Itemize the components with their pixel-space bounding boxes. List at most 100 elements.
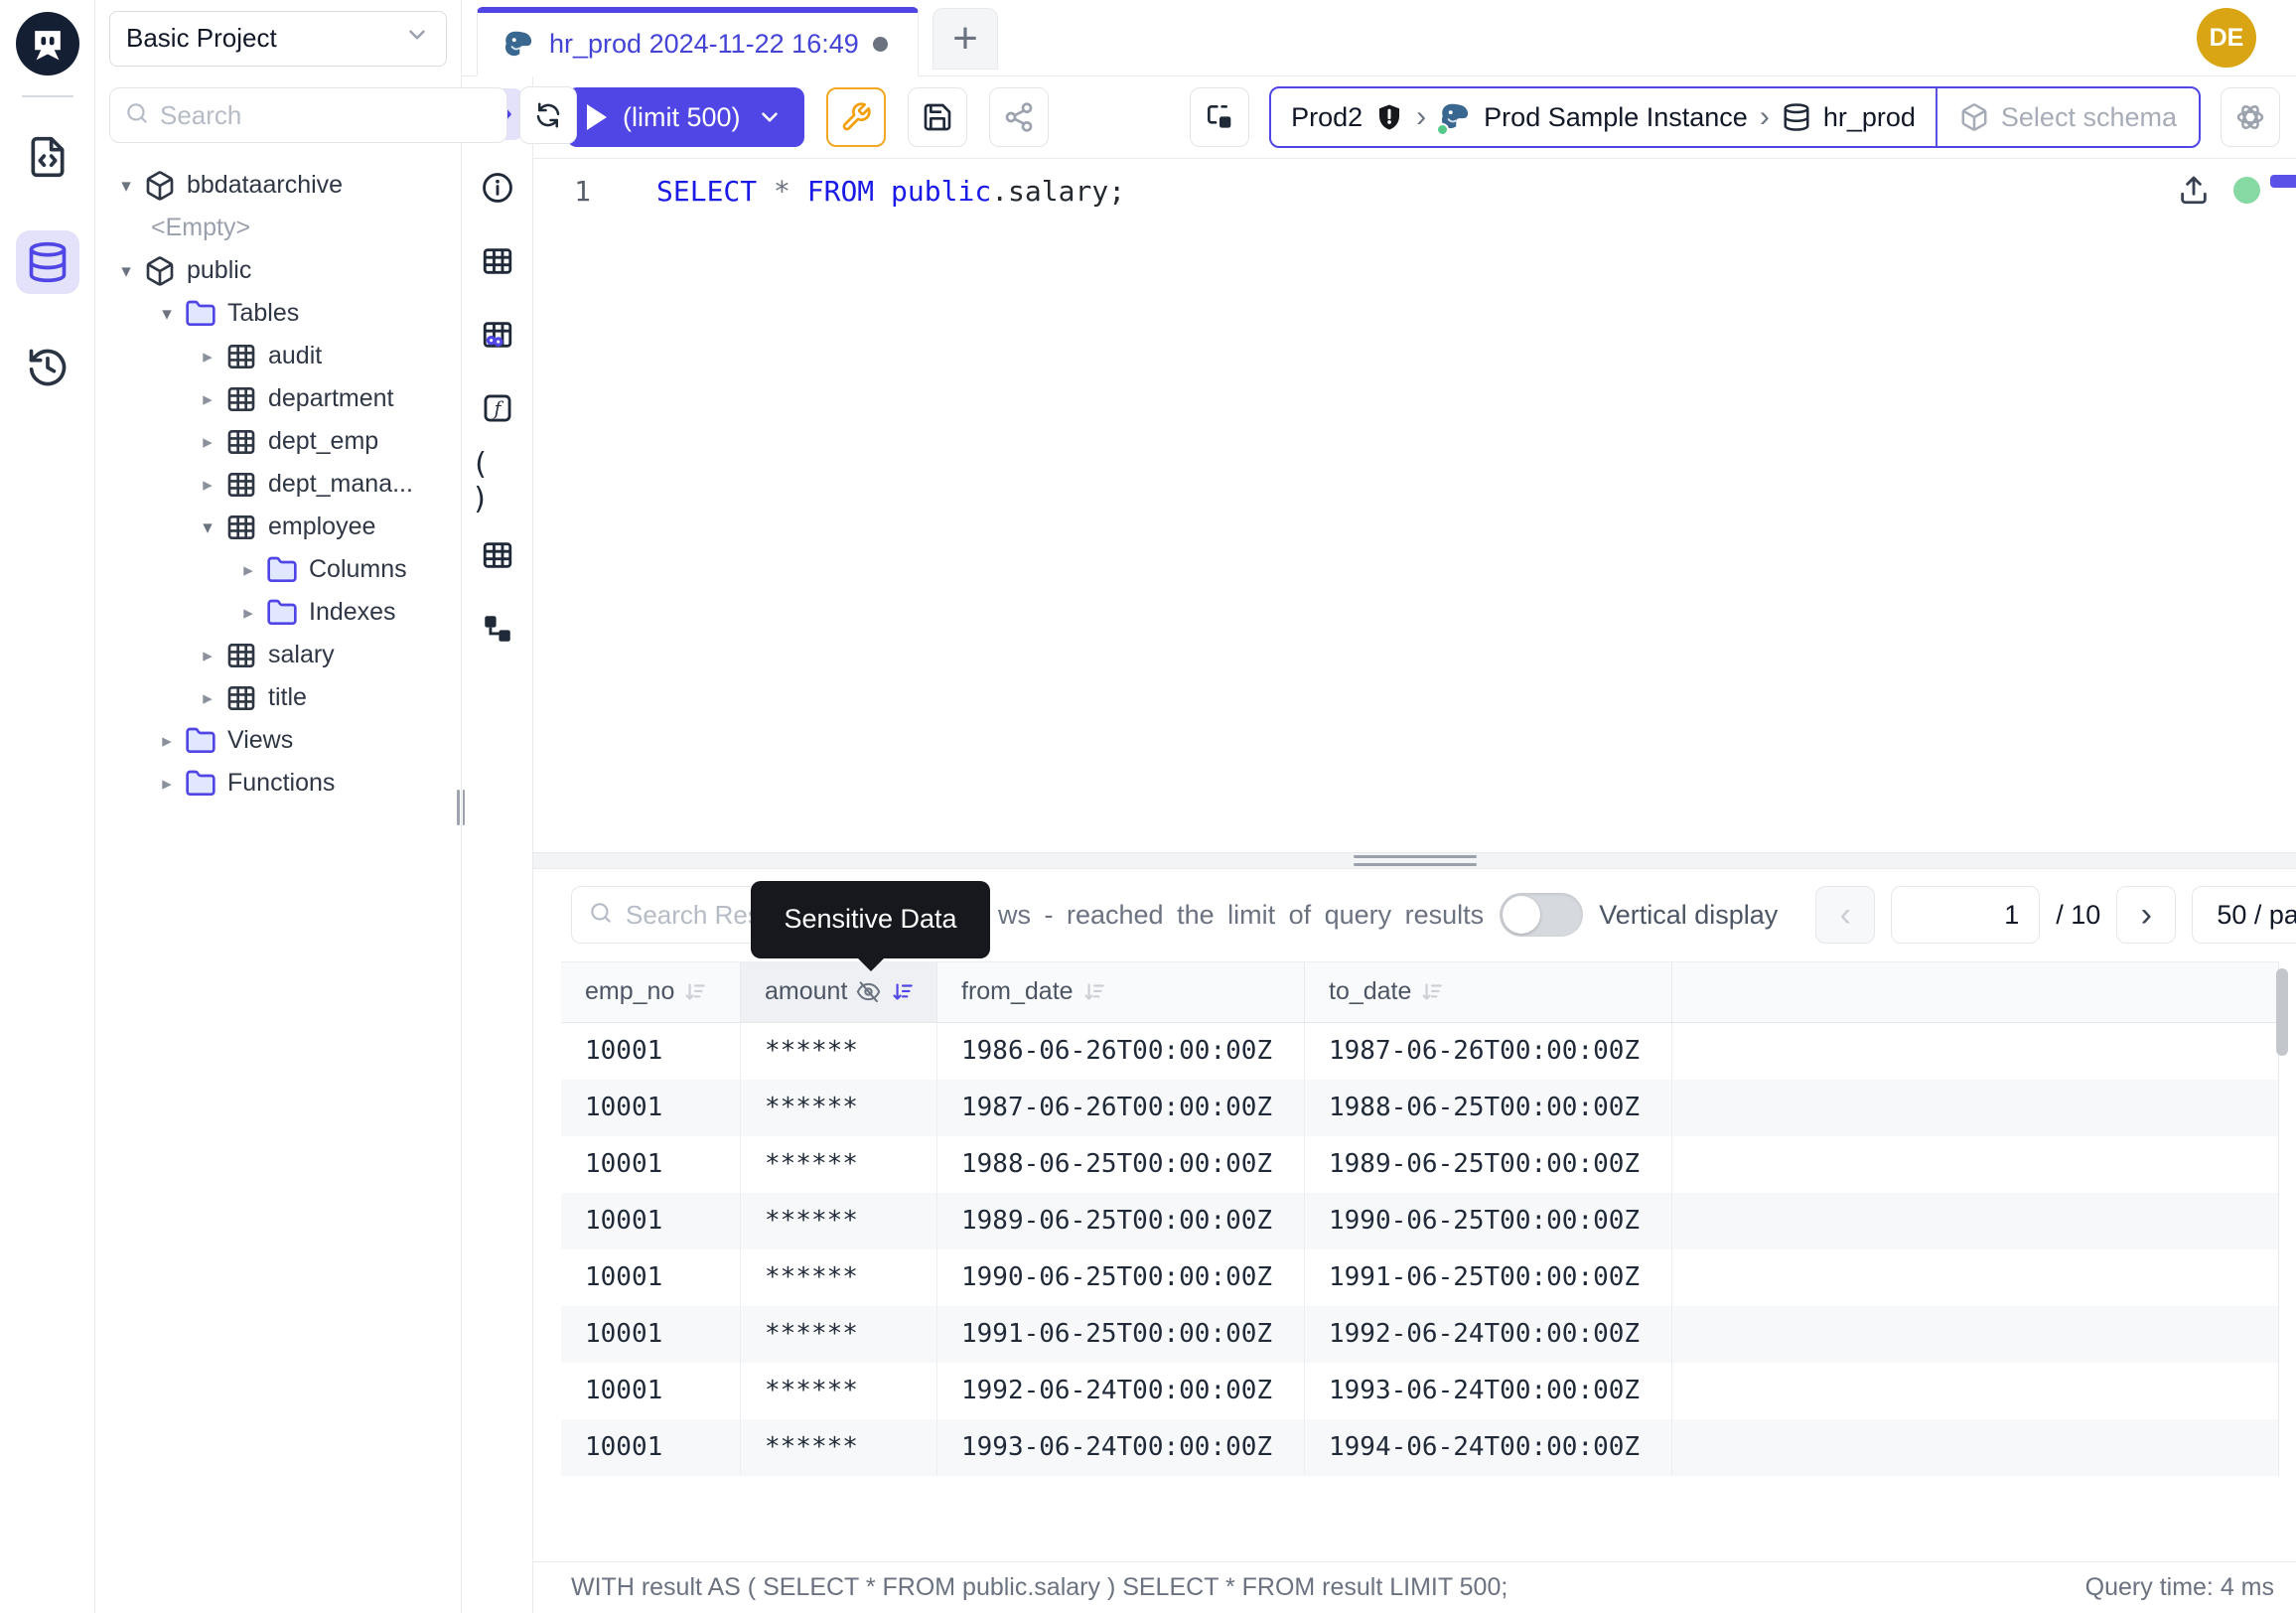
new-tab-button[interactable]: +	[933, 8, 998, 70]
tree-item-schema[interactable]: ▾ public	[95, 249, 461, 292]
next-page-button[interactable]: ›	[2116, 886, 2176, 944]
masked-data-icon[interactable]	[472, 309, 523, 361]
table-row[interactable]: 10001******1991-06-25T00:00:00Z1992-06-2…	[561, 1306, 2278, 1363]
caret-right-icon[interactable]: ▸	[231, 559, 265, 581]
tree-item-columns-folder[interactable]: ▸Columns	[95, 548, 461, 591]
column-header-from-date[interactable]: from_date	[937, 962, 1305, 1022]
schema-icon	[143, 169, 177, 203]
table-row[interactable]: 10001******1988-06-25T00:00:00Z1989-06-2…	[561, 1136, 2278, 1193]
caret-down-icon[interactable]: ▾	[191, 516, 224, 538]
connection-breadcrumb[interactable]: Prod2 › Prod Sample Instance › hr_prod	[1269, 86, 2201, 148]
project-select[interactable]: Basic Project	[109, 11, 447, 67]
schema-tree: ▾bbdataarchive <Empty> ▾public ▾Tables ▸…	[95, 154, 461, 805]
page-size-select[interactable]: 50 / page	[2192, 886, 2296, 944]
caret-down-icon[interactable]: ▾	[150, 303, 184, 325]
connection-panel-button[interactable]	[1190, 87, 1249, 147]
tree-item-table[interactable]: ▾employee	[95, 506, 461, 548]
tree-item-indexes-folder[interactable]: ▸Indexes	[95, 591, 461, 634]
bytebase-logo[interactable]	[16, 12, 79, 75]
tree-item-table[interactable]: ▸dept_mana...	[95, 463, 461, 506]
column-header-filler	[1672, 962, 2278, 1022]
refresh-button[interactable]	[519, 86, 577, 144]
vertical-display-toggle[interactable]	[1500, 893, 1583, 937]
caret-right-icon[interactable]: ▸	[150, 773, 184, 795]
tree-item-schema[interactable]: ▾bbdataarchive	[95, 164, 461, 207]
tree-item-table[interactable]: ▸audit	[95, 335, 461, 377]
chevron-down-icon	[757, 104, 783, 130]
caret-right-icon[interactable]: ▸	[191, 645, 224, 666]
tab-active[interactable]: hr_prod 2024-11-22 16:49	[477, 7, 919, 76]
upload-icon[interactable]	[2177, 173, 2211, 207]
tree-item-tables-folder[interactable]: ▾ Tables	[95, 292, 461, 335]
share-button[interactable]	[989, 87, 1049, 147]
table-row[interactable]: 10001******1993-06-24T00:00:00Z1994-06-2…	[561, 1419, 2278, 1476]
results-panel: ws - reached the limit of query results …	[533, 869, 2296, 1562]
tree-item-label: department	[268, 384, 393, 413]
tree-item-table[interactable]: ▸ dept_emp	[95, 420, 461, 463]
tree-item-label: dept_emp	[268, 427, 378, 456]
caret-right-icon[interactable]: ▸	[191, 687, 224, 709]
format-sql-button[interactable]	[826, 87, 886, 147]
caret-right-icon[interactable]: ▸	[191, 474, 224, 496]
tree-item-table[interactable]: ▸ department	[95, 377, 461, 420]
select-schema-button[interactable]: Select schema	[1936, 88, 2199, 146]
run-query-button[interactable]: (limit 500)	[567, 87, 804, 147]
page-number-input[interactable]	[1891, 886, 2040, 944]
cube-icon	[1959, 102, 1989, 132]
column-header-amount[interactable]: amount	[741, 962, 937, 1022]
column-header-emp-no[interactable]: emp_no	[561, 962, 741, 1022]
caret-right-icon[interactable]: ▸	[191, 346, 224, 367]
caret-right-icon[interactable]: ▸	[191, 431, 224, 453]
tree-search-input[interactable]	[160, 100, 493, 131]
tab-bar: hr_prod 2024-11-22 16:49 + DE	[462, 0, 2296, 76]
table-icon	[224, 382, 258, 416]
functions-icon[interactable]	[472, 382, 523, 434]
history-icon[interactable]	[16, 336, 79, 399]
tree-search-box[interactable]	[109, 87, 507, 143]
schema-tree-panel: Basic Project ▾bbdataarchive <Empty> ▾pu…	[95, 0, 462, 1613]
schema-diagram-icon[interactable]	[472, 603, 523, 655]
panel-splitter[interactable]	[533, 852, 2296, 869]
caret-right-icon[interactable]: ▸	[150, 730, 184, 752]
caret-right-icon[interactable]: ▸	[191, 388, 224, 410]
sql-editor[interactable]: 1 SELECT * FROM public.salary;	[533, 159, 2296, 852]
table-row[interactable]: 10001******1987-06-26T00:00:00Z1988-06-2…	[561, 1080, 2278, 1136]
unsaved-dot-icon	[873, 37, 888, 52]
database-schema-icon[interactable]	[16, 230, 79, 294]
panel-resize-handle[interactable]	[457, 790, 465, 825]
caret-down-icon[interactable]: ▾	[109, 175, 143, 197]
connection-icon	[1204, 101, 1235, 133]
save-button[interactable]	[908, 87, 967, 147]
play-icon	[587, 104, 607, 130]
table-icon	[224, 425, 258, 459]
save-icon	[922, 101, 953, 133]
avatar[interactable]: DE	[2197, 8, 2256, 68]
caret-down-icon[interactable]: ▾	[109, 260, 143, 282]
pagination: ‹ / 10 › 50 / page	[1815, 886, 2296, 944]
table-row[interactable]: 10001******1989-06-25T00:00:00Z1990-06-2…	[561, 1193, 2278, 1249]
prev-page-button[interactable]: ‹	[1815, 886, 1875, 944]
external-tables-icon[interactable]	[472, 529, 523, 581]
tree-item-label: public	[187, 256, 251, 285]
table-row[interactable]: 10001******1986-06-26T00:00:00Z1987-06-2…	[561, 1023, 2278, 1080]
table-scrollbar[interactable]	[2276, 968, 2288, 1056]
caret-right-icon[interactable]: ▸	[231, 602, 265, 624]
tree-item-empty: <Empty>	[95, 207, 461, 249]
table-row[interactable]: 10001******1992-06-24T00:00:00Z1993-06-2…	[561, 1363, 2278, 1419]
column-header-to-date[interactable]: to_date	[1305, 962, 1672, 1022]
tree-item-views-folder[interactable]: ▸Views	[95, 719, 461, 762]
instance-status-dot	[1436, 123, 1449, 136]
tables-icon[interactable]	[472, 235, 523, 287]
tree-item-functions-folder[interactable]: ▸Functions	[95, 762, 461, 805]
tree-item-table[interactable]: ▸title	[95, 676, 461, 719]
tree-item-table[interactable]: ▸salary	[95, 634, 461, 676]
table-row[interactable]: 10001******1990-06-25T00:00:00Z1991-06-2…	[561, 1249, 2278, 1306]
worksheet-icon[interactable]	[16, 125, 79, 189]
ai-assistant-button[interactable]	[2221, 87, 2280, 147]
procedures-icon[interactable]: ( )	[472, 456, 523, 508]
database-icon	[1782, 102, 1811, 132]
chevron-right-icon: ›	[1760, 100, 1770, 134]
tree-item-label: Tables	[227, 299, 299, 328]
chevron-down-icon	[404, 22, 430, 55]
info-icon[interactable]	[472, 162, 523, 214]
